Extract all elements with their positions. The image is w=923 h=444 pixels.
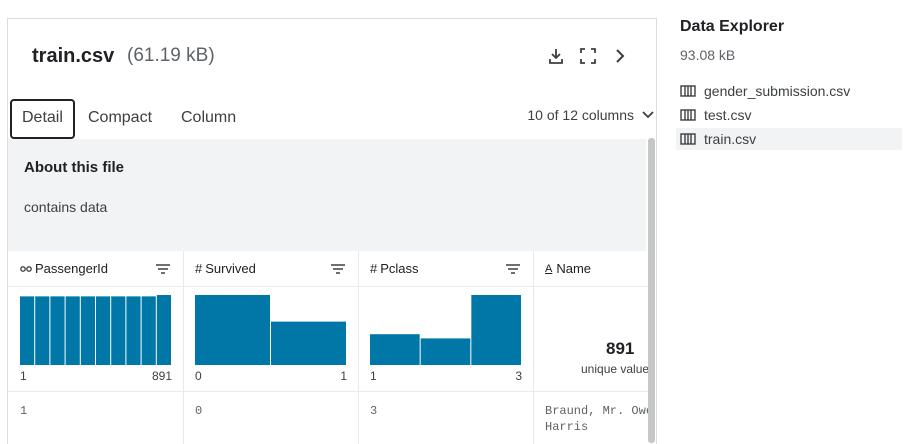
histogram-bar <box>156 295 171 365</box>
about-text: contains data <box>24 199 108 215</box>
explorer-file-gender-submission[interactable]: gender_submission.csv <box>676 80 902 102</box>
column-passengerid: PassengerId 1 891 1 <box>8 251 184 444</box>
histogram <box>370 295 521 365</box>
hash-icon: # <box>195 261 203 276</box>
histogram-bar <box>96 296 111 365</box>
column-header[interactable]: PassengerId <box>8 251 183 287</box>
file-name: train.csv <box>32 45 115 67</box>
file-preview-panel: train.csv (61.19 kB) Detail Compact Colu… <box>7 18 657 444</box>
histogram-bar <box>65 296 80 365</box>
explorer-file-label: test.csv <box>704 107 752 123</box>
cell-value: Braund, Mr. Owen Harris <box>545 404 651 434</box>
histogram-bar <box>420 338 471 365</box>
explorer-file-test[interactable]: test.csv <box>676 104 902 126</box>
histogram-bar <box>141 296 156 365</box>
range-min: 0 <box>195 369 202 383</box>
histogram-bar <box>80 296 95 365</box>
table-icon <box>680 133 696 145</box>
histogram <box>195 295 346 365</box>
range-max: 1 <box>340 369 347 383</box>
column-name: A Name 891 unique values Braund, Mr. Owe… <box>533 251 651 444</box>
histogram <box>20 295 171 365</box>
about-section: About this file contains data <box>8 139 646 251</box>
histogram-bar <box>111 296 126 365</box>
range-max: 3 <box>515 369 522 383</box>
histogram-bar <box>20 296 35 365</box>
explorer-file-label: gender_submission.csv <box>704 83 851 99</box>
histogram-bar <box>35 296 50 365</box>
histogram-bar <box>271 321 346 365</box>
id-icon <box>20 265 32 272</box>
column-selector[interactable]: 10 of 12 columns <box>527 107 654 123</box>
about-title: About this file <box>24 159 124 176</box>
unique-count: 891 <box>606 339 635 358</box>
range-min: 1 <box>20 369 27 383</box>
vertical-scrollbar[interactable] <box>648 138 655 443</box>
cell-value: 1 <box>20 404 28 418</box>
chevron-down-icon <box>642 111 654 119</box>
range-min: 1 <box>370 369 377 383</box>
tab-compact[interactable]: Compact <box>78 99 162 137</box>
column-name: Survived <box>205 261 256 276</box>
sort-icon[interactable] <box>330 263 346 275</box>
sort-icon[interactable] <box>155 263 171 275</box>
data-explorer-title: Data Explorer <box>680 18 785 35</box>
column-name: PassengerId <box>35 261 108 276</box>
fullscreen-icon[interactable] <box>577 45 599 67</box>
text-icon: A <box>545 262 553 275</box>
sort-icon[interactable] <box>505 263 521 275</box>
range-max: 891 <box>151 369 172 383</box>
unique-label: unique values <box>581 362 651 376</box>
data-explorer-size: 93.08 kB <box>680 47 736 63</box>
chevron-right-icon[interactable] <box>609 45 631 67</box>
column-pclass: # Pclass 1 3 3 <box>358 251 534 444</box>
column-header[interactable]: # Survived <box>183 251 358 287</box>
table-icon <box>680 85 696 97</box>
histogram-bar <box>195 295 270 365</box>
column-selector-label: 10 of 12 columns <box>527 107 634 123</box>
table-icon <box>680 109 696 121</box>
cell-value: 0 <box>195 404 203 418</box>
explorer-file-train[interactable]: train.csv <box>676 128 902 150</box>
histogram-bar <box>370 334 420 365</box>
column-header[interactable]: # Pclass <box>358 251 533 287</box>
column-survived: # Survived 0 1 0 <box>183 251 359 444</box>
file-size: (61.19 kB) <box>127 45 215 66</box>
column-name: Pclass <box>380 261 419 276</box>
hash-icon: # <box>370 261 378 276</box>
download-icon[interactable] <box>545 45 567 67</box>
explorer-file-label: train.csv <box>704 131 757 147</box>
tab-column[interactable]: Column <box>171 99 246 137</box>
histogram-bar <box>50 296 65 365</box>
histogram-bar <box>471 295 521 365</box>
cell-value: 3 <box>370 404 378 418</box>
column-header[interactable]: A Name <box>533 251 651 287</box>
histogram-bar <box>126 296 141 365</box>
column-name-label: Name <box>556 261 592 276</box>
tab-detail[interactable]: Detail <box>10 99 75 139</box>
